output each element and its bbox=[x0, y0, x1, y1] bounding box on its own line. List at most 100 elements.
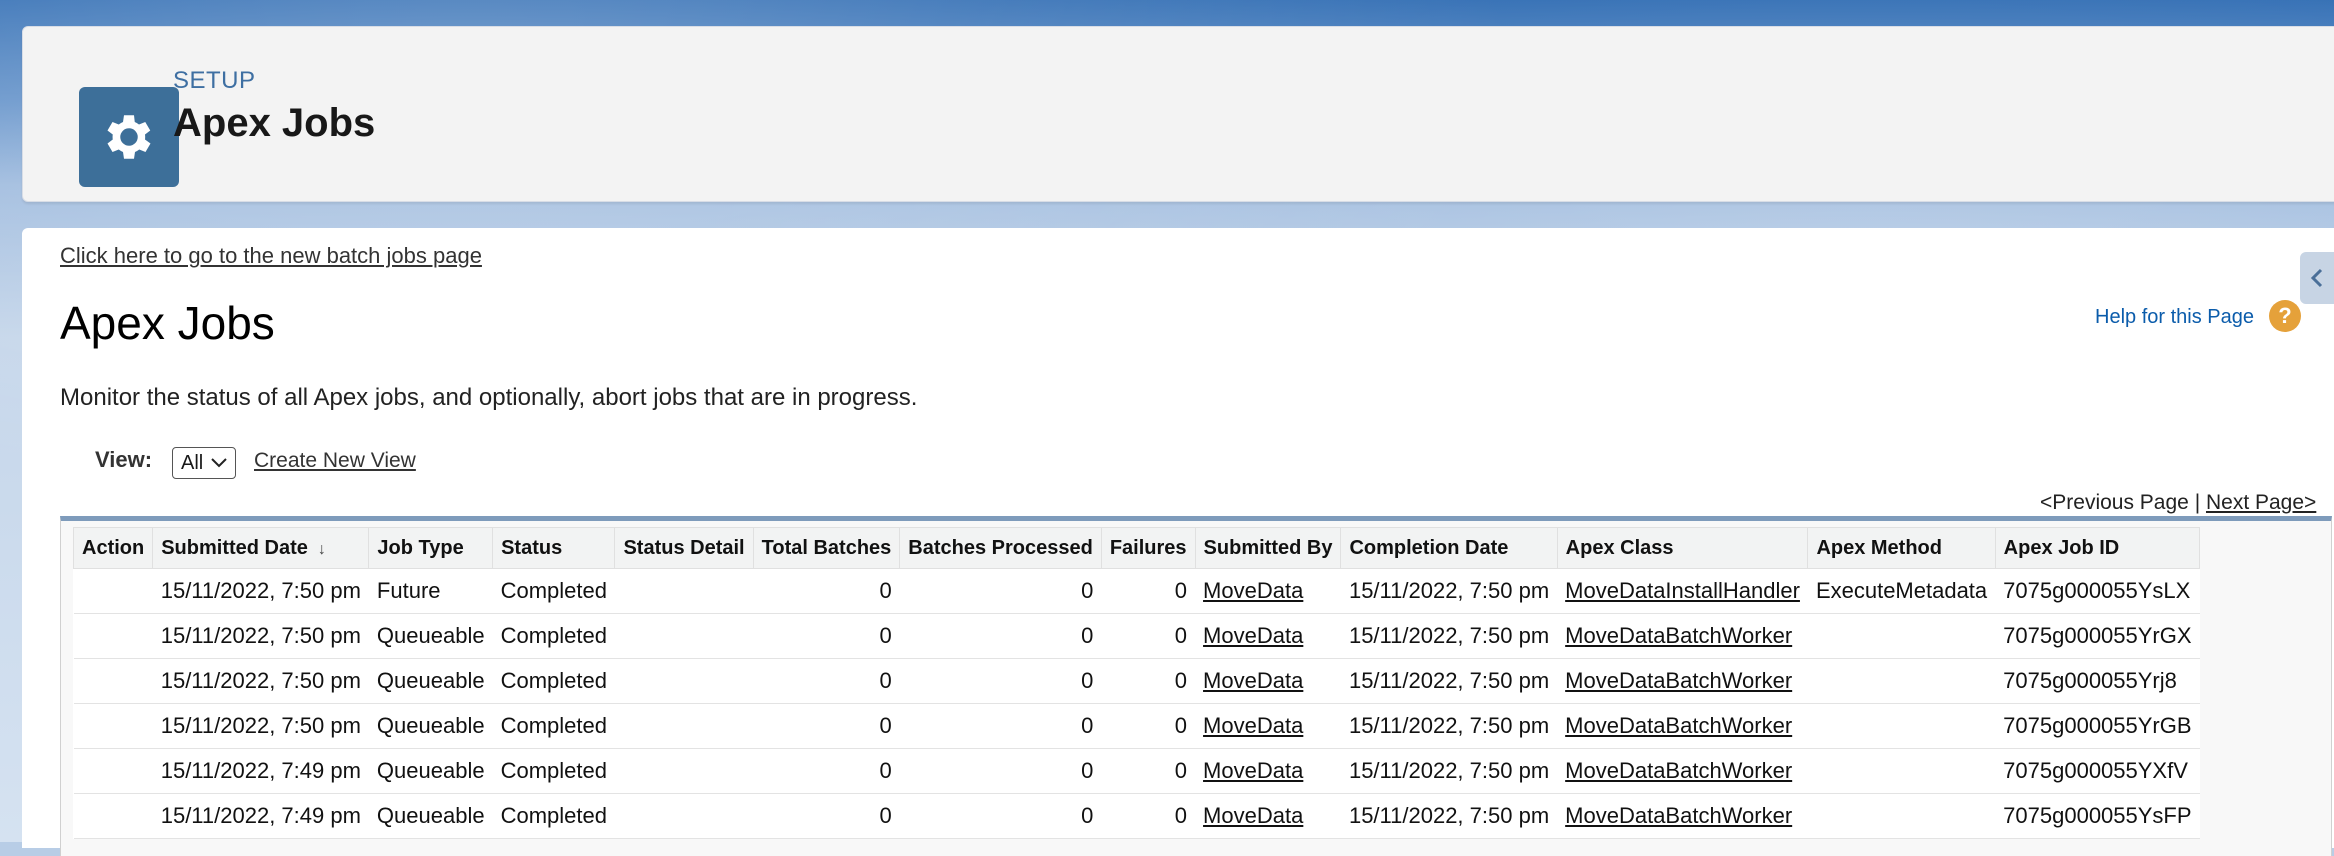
column-header-apex-class[interactable]: Apex Class bbox=[1556, 527, 1809, 569]
view-selected-value: All bbox=[181, 451, 204, 474]
cell-apex-job-id: 7075g000055YrGB bbox=[1995, 703, 2200, 749]
cell-submitted-date: 15/11/2022, 7:50 pm bbox=[152, 658, 369, 704]
column-header-submitted-by[interactable]: Submitted By bbox=[1194, 527, 1342, 569]
sort-descending-icon: ↓ bbox=[317, 540, 326, 558]
page-header: SETUP Apex Jobs bbox=[22, 26, 2334, 202]
chevron-down-icon bbox=[211, 458, 227, 468]
cell-total-batches: 0 bbox=[753, 613, 900, 659]
cell-submitted-date: 15/11/2022, 7:50 pm bbox=[152, 613, 369, 659]
cell-status-detail bbox=[614, 658, 754, 704]
gear-icon bbox=[79, 87, 179, 187]
column-header-batches-processed[interactable]: Batches Processed bbox=[899, 527, 1102, 569]
column-header-job-type[interactable]: Job Type bbox=[368, 527, 494, 569]
cell-apex-class: MoveDataBatchWorker bbox=[1557, 613, 1808, 659]
cell-apex-method bbox=[1807, 658, 1996, 704]
cell-apex-class: MoveDataBatchWorker bbox=[1557, 793, 1808, 839]
cell-action bbox=[73, 568, 153, 614]
next-page-link[interactable]: Next Page> bbox=[2206, 491, 2316, 514]
apex-class-link[interactable]: MoveDataBatchWorker bbox=[1565, 758, 1792, 783]
cell-apex-class: MoveDataBatchWorker bbox=[1557, 748, 1808, 794]
cell-status-detail bbox=[614, 748, 754, 794]
cell-submitted-date: 15/11/2022, 7:50 pm bbox=[152, 703, 369, 749]
cell-action bbox=[73, 703, 153, 749]
cell-submitted-by: MoveData bbox=[1195, 613, 1341, 659]
submitted-by-link[interactable]: MoveData bbox=[1203, 668, 1303, 693]
view-select[interactable]: All bbox=[172, 447, 236, 479]
column-header-apex-method[interactable]: Apex Method bbox=[1807, 527, 1996, 569]
cell-batches-processed: 0 bbox=[899, 568, 1102, 614]
cell-apex-method bbox=[1807, 703, 1996, 749]
cell-apex-job-id: 7075g000055YXfV bbox=[1995, 748, 2200, 794]
table-row: 15/11/2022, 7:50 pm Queueable Completed … bbox=[73, 703, 2200, 749]
cell-batches-processed: 0 bbox=[899, 613, 1102, 659]
cell-submitted-by: MoveData bbox=[1195, 793, 1341, 839]
pager-separator: | bbox=[2188, 491, 2206, 514]
submitted-by-link[interactable]: MoveData bbox=[1203, 803, 1303, 828]
apex-class-link[interactable]: MoveDataBatchWorker bbox=[1565, 713, 1792, 738]
column-header-failures[interactable]: Failures bbox=[1100, 527, 1196, 569]
column-header-submitted-date[interactable]: Submitted Date ↓ bbox=[152, 527, 370, 569]
column-header-status-detail[interactable]: Status Detail bbox=[614, 527, 754, 569]
column-header-apex-job-id[interactable]: Apex Job ID bbox=[1994, 527, 2201, 569]
cell-action bbox=[73, 658, 153, 704]
cell-action bbox=[73, 613, 153, 659]
column-header-completion-date[interactable]: Completion Date bbox=[1340, 527, 1558, 569]
cell-failures: 0 bbox=[1101, 748, 1196, 794]
cell-total-batches: 0 bbox=[753, 748, 900, 794]
table-row: 15/11/2022, 7:50 pm Queueable Completed … bbox=[73, 658, 2200, 704]
cell-status: Completed bbox=[492, 748, 615, 794]
cell-completion-date: 15/11/2022, 7:50 pm bbox=[1340, 658, 1558, 704]
apex-class-link[interactable]: MoveDataBatchWorker bbox=[1565, 623, 1792, 648]
chevron-left-icon bbox=[2310, 268, 2323, 288]
cell-apex-job-id: 7075g000055Yrj8 bbox=[1995, 658, 2200, 704]
cell-total-batches: 0 bbox=[753, 703, 900, 749]
cell-job-type: Queueable bbox=[368, 703, 493, 749]
cell-job-type: Queueable bbox=[368, 748, 493, 794]
cell-job-type: Queueable bbox=[368, 613, 493, 659]
setup-label: SETUP bbox=[173, 67, 256, 94]
cell-apex-job-id: 7075g000055YsLX bbox=[1995, 568, 2200, 614]
help-icon[interactable]: ? bbox=[2269, 300, 2301, 332]
cell-action bbox=[73, 748, 153, 794]
header-title: Apex Jobs bbox=[173, 101, 376, 145]
cell-submitted-by: MoveData bbox=[1195, 703, 1341, 749]
page-description: Monitor the status of all Apex jobs, and… bbox=[60, 384, 918, 411]
table-row: 15/11/2022, 7:49 pm Queueable Completed … bbox=[73, 793, 2200, 839]
cell-batches-processed: 0 bbox=[899, 703, 1102, 749]
column-header-status[interactable]: Status bbox=[492, 527, 616, 569]
submitted-by-link[interactable]: MoveData bbox=[1203, 713, 1303, 738]
apex-jobs-table: Action Submitted Date ↓ Job Type Status S… bbox=[72, 527, 2201, 839]
cell-failures: 0 bbox=[1101, 613, 1196, 659]
cell-submitted-date: 15/11/2022, 7:49 pm bbox=[152, 748, 369, 794]
help-link[interactable]: Help for this Page bbox=[2095, 306, 2254, 329]
new-batch-jobs-link[interactable]: Click here to go to the new batch jobs p… bbox=[60, 243, 482, 269]
apex-class-link[interactable]: MoveDataInstallHandler bbox=[1565, 578, 1800, 603]
submitted-by-link[interactable]: MoveData bbox=[1203, 758, 1303, 783]
cell-status: Completed bbox=[492, 568, 615, 614]
column-header-label: Submitted Date bbox=[161, 536, 308, 559]
submitted-by-link[interactable]: MoveData bbox=[1203, 623, 1303, 648]
submitted-by-link[interactable]: MoveData bbox=[1203, 578, 1303, 603]
cell-apex-class: MoveDataInstallHandler bbox=[1557, 568, 1808, 614]
create-new-view-link[interactable]: Create New View bbox=[254, 449, 416, 473]
side-panel-collapse-tab[interactable] bbox=[2300, 252, 2334, 304]
column-header-total-batches[interactable]: Total Batches bbox=[752, 527, 901, 569]
pagination: <Previous Page | Next Page> bbox=[2040, 491, 2316, 515]
cell-submitted-date: 15/11/2022, 7:50 pm bbox=[152, 568, 369, 614]
cell-failures: 0 bbox=[1101, 703, 1196, 749]
cell-status-detail bbox=[614, 793, 754, 839]
cell-total-batches: 0 bbox=[753, 568, 900, 614]
cell-batches-processed: 0 bbox=[899, 793, 1102, 839]
cell-apex-method: ExecuteMetadata bbox=[1807, 568, 1996, 614]
cell-batches-processed: 0 bbox=[899, 748, 1102, 794]
cell-completion-date: 15/11/2022, 7:50 pm bbox=[1340, 703, 1558, 749]
cell-failures: 0 bbox=[1101, 568, 1196, 614]
cell-submitted-by: MoveData bbox=[1195, 568, 1341, 614]
cell-total-batches: 0 bbox=[753, 793, 900, 839]
apex-class-link[interactable]: MoveDataBatchWorker bbox=[1565, 803, 1792, 828]
table-row: 15/11/2022, 7:49 pm Queueable Completed … bbox=[73, 748, 2200, 794]
cell-apex-job-id: 7075g000055YsFP bbox=[1995, 793, 2200, 839]
table-header-row: Action Submitted Date ↓ Job Type Status S… bbox=[72, 527, 2201, 569]
apex-class-link[interactable]: MoveDataBatchWorker bbox=[1565, 668, 1792, 693]
cell-job-type: Future bbox=[368, 568, 493, 614]
